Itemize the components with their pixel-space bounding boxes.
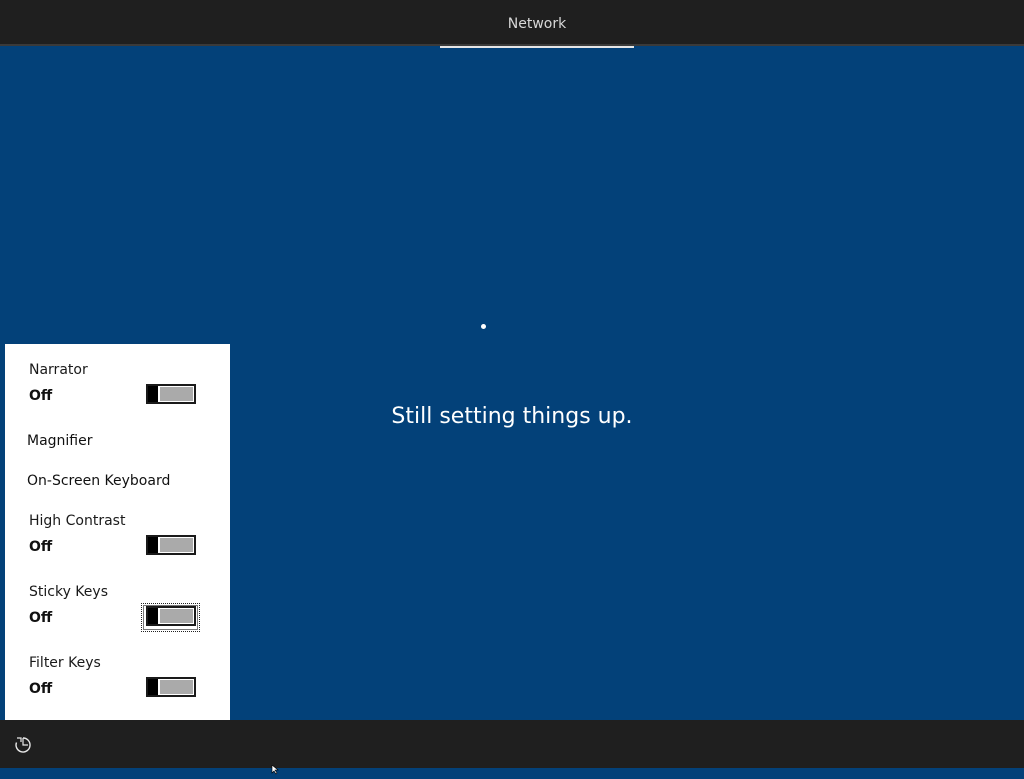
magnifier-button[interactable]: Magnifier	[27, 433, 93, 449]
narrator-item: Narrator Off	[5, 362, 230, 410]
ease-of-access-icon[interactable]	[12, 734, 34, 756]
filter-keys-label: Filter Keys	[29, 655, 101, 671]
toggle-track	[160, 538, 193, 552]
sticky-keys-state: Off	[29, 610, 53, 626]
toggle-knob	[148, 679, 158, 695]
progress-spinner-icon	[481, 324, 486, 329]
toggle-knob	[148, 537, 158, 553]
bottom-bar	[0, 720, 1024, 768]
filter-keys-state: Off	[29, 681, 53, 697]
filter-keys-toggle[interactable]	[146, 677, 196, 697]
accessibility-flyout: Narrator Off Magnifier On-Screen Keyboar…	[5, 344, 230, 720]
high-contrast-label: High Contrast	[29, 513, 126, 529]
toggle-knob	[148, 386, 158, 402]
high-contrast-state: Off	[29, 539, 53, 555]
narrator-state: Off	[29, 388, 53, 404]
toggle-track	[160, 387, 193, 401]
keyboard-focus-ring	[141, 603, 200, 632]
mouse-cursor-icon	[271, 760, 281, 775]
high-contrast-item: High Contrast Off	[5, 513, 230, 561]
sticky-keys-label: Sticky Keys	[29, 584, 108, 600]
narrator-label: Narrator	[29, 362, 88, 378]
toggle-track	[160, 680, 193, 694]
high-contrast-toggle[interactable]	[146, 535, 196, 555]
on-screen-keyboard-button[interactable]: On-Screen Keyboard	[27, 473, 170, 489]
narrator-toggle[interactable]	[146, 384, 196, 404]
filter-keys-item: Filter Keys Off	[5, 655, 230, 703]
tab-network[interactable]: Network	[440, 0, 634, 48]
top-bar: Network	[0, 0, 1024, 48]
